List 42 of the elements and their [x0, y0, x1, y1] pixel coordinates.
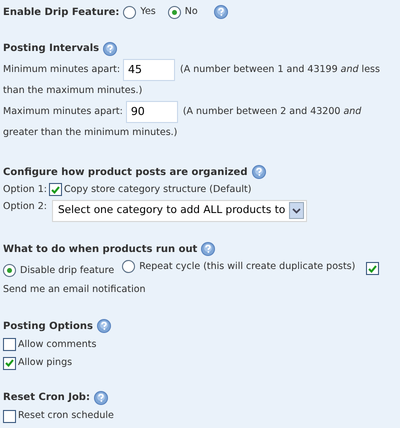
- radio-button[interactable]: [3, 264, 16, 277]
- input-field[interactable]: 90: [126, 101, 178, 124]
- field-hint: than the maximum minutes.): [3, 85, 142, 96]
- setting-label: Enable Drip Feature:: [3, 6, 120, 20]
- checkbox-label: Reset cron schedule: [18, 409, 114, 424]
- radio-label: Repeat cycle (this will create duplicate posts): [139, 260, 356, 274]
- checkbox-label: Allow comments: [18, 338, 96, 352]
- radio-label: No: [184, 4, 198, 19]
- field-label: Minimum minutes apart:: [3, 62, 120, 77]
- section-heading: Posting Options: [3, 320, 93, 334]
- input-field[interactable]: 45: [123, 59, 176, 81]
- section-heading: Reset Cron Job:: [3, 391, 90, 406]
- chevron-down-icon: [289, 202, 304, 220]
- checkbox-label: Send me an email notification: [3, 284, 146, 295]
- checkbox-label: Allow pings: [18, 356, 72, 370]
- section-heading: Configure how product posts are organized: [3, 166, 248, 180]
- section-heading: Posting Intervals: [3, 42, 100, 56]
- radio-button[interactable]: [168, 6, 181, 18]
- checkbox[interactable]: [366, 262, 380, 276]
- checkbox[interactable]: [3, 356, 16, 370]
- checkbox[interactable]: [3, 410, 16, 423]
- radio-label: Disable drip feature: [20, 264, 114, 278]
- field-hint: (A number between 1 and 43199 and less: [180, 62, 380, 77]
- checkbox[interactable]: [3, 338, 16, 352]
- category-select[interactable]: Select one category to add ALL products to: [52, 200, 308, 222]
- help-icon[interactable]: [94, 390, 108, 405]
- checkbox-label: Copy store category structure (Default): [64, 182, 252, 196]
- help-icon[interactable]: [96, 319, 111, 334]
- radio-label: Yes: [140, 4, 156, 19]
- option-label: Option 2:: [3, 200, 47, 214]
- option-label: Option 1:: [3, 182, 47, 196]
- section-heading: What to do when products run out: [3, 242, 198, 257]
- radio-button[interactable]: [123, 6, 136, 18]
- field-hint: greater than the minimum minutes.): [3, 127, 178, 138]
- radio-button[interactable]: [122, 260, 136, 273]
- checkbox[interactable]: [48, 183, 62, 196]
- help-icon[interactable]: [201, 242, 216, 256]
- help-icon[interactable]: [214, 5, 228, 19]
- help-icon[interactable]: [103, 42, 118, 56]
- help-icon[interactable]: [252, 165, 266, 179]
- field-label: Maximum minutes apart:: [3, 105, 123, 120]
- field-hint: (A number between 2 and 43200 and: [182, 105, 362, 120]
